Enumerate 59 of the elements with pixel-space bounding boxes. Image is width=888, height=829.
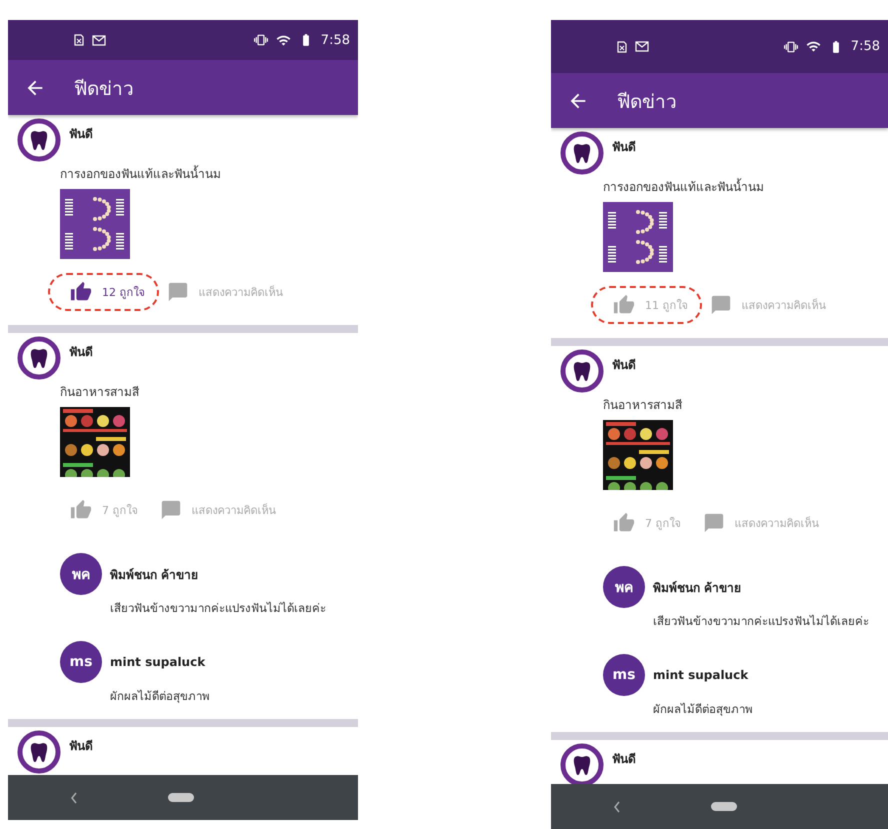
user-avatar: ms [60, 641, 102, 683]
app-title: ฟีดข่าว [74, 76, 134, 102]
like-button[interactable]: 12 ถูกใจ [48, 273, 158, 311]
commenter-name: พิมพ์ชนก ค้าขาย [653, 580, 742, 596]
tooth-logo-icon [17, 118, 61, 162]
sim-card-icon [74, 34, 84, 46]
thumbs-up-icon [613, 512, 635, 534]
tooth-logo-icon [17, 336, 61, 380]
post-text: กินอาหารสามสี [603, 397, 683, 414]
comment-button[interactable]: แสดงความคิดเห็น [702, 512, 820, 534]
comment-text: เสียวฟันข้างขวามากค่ะแปรงฟันไม่ได้เลยค่ะ [653, 613, 870, 630]
speech-bubble-icon [710, 294, 732, 316]
mail-icon [635, 41, 649, 52]
thumbs-up-icon [70, 499, 92, 521]
comment-text: ผักผลไม้ดีต่อสุขภาพ [110, 688, 211, 705]
vibrate-icon [784, 40, 798, 54]
mail-icon [92, 34, 106, 46]
tooth-logo-icon [17, 730, 61, 774]
speech-bubble-icon [702, 512, 724, 534]
thumbs-up-icon [613, 294, 635, 316]
comment-button[interactable]: แสดงความคิดเห็น [160, 499, 276, 521]
like-button[interactable]: 7 ถูกใจ [48, 491, 152, 529]
post-author: ฟันดี [612, 751, 636, 768]
tooth-logo-icon [560, 743, 604, 784]
like-button[interactable]: 11 ถูกใจ [591, 286, 702, 324]
user-avatar: พค [60, 553, 102, 595]
back-chevron-icon[interactable] [613, 800, 621, 812]
post-author: ฟันดี [69, 738, 93, 755]
speech-bubble-icon [166, 281, 188, 303]
home-pill-button[interactable] [711, 802, 737, 811]
commenter-name: mint supaluck [653, 668, 750, 682]
post-author: ฟันดี [69, 126, 93, 143]
post-text: กินอาหารสามสี [60, 384, 140, 401]
post-author: ฟันดี [612, 139, 636, 156]
wifi-icon [806, 39, 821, 54]
post-author: ฟันดี [612, 357, 636, 374]
comment-button[interactable]: แสดงความคิดเห็น [710, 294, 826, 316]
post-text: การงอกของฟันแท้และฟันน้ำนม [60, 164, 222, 183]
tooth-logo-icon [560, 349, 604, 393]
clock-time: 7:58 [850, 39, 880, 54]
thumbs-up-icon [70, 281, 92, 303]
user-avatar: ms [603, 654, 645, 696]
post-text: การงอกของฟันแท้และฟันน้ำนม [603, 177, 765, 196]
home-pill-button[interactable] [168, 793, 194, 802]
comment-text: เสียวฟันข้างขวามากค่ะแปรงฟันไม่ได้เลยค่ะ [110, 600, 327, 617]
vibrate-icon [254, 33, 268, 47]
sim-card-icon [617, 40, 627, 52]
speech-bubble-icon [160, 499, 182, 521]
commenter-name: พิมพ์ชนก ค้าขาย [110, 566, 200, 584]
clock-time: 7:58 [320, 32, 350, 48]
back-chevron-icon[interactable] [70, 792, 78, 804]
app-title: ฟีดข่าว [617, 90, 677, 114]
post-author: ฟันดี [69, 344, 93, 361]
comment-button[interactable]: แสดงความคิดเห็น [166, 281, 284, 303]
user-avatar: พค [603, 566, 645, 608]
commenter-name: mint supaluck [110, 655, 206, 669]
like-button[interactable]: 7 ถูกใจ [591, 504, 694, 542]
comment-text: ผักผลไม้ดีต่อสุขภาพ [653, 701, 754, 718]
tooth-logo-icon [560, 131, 604, 175]
